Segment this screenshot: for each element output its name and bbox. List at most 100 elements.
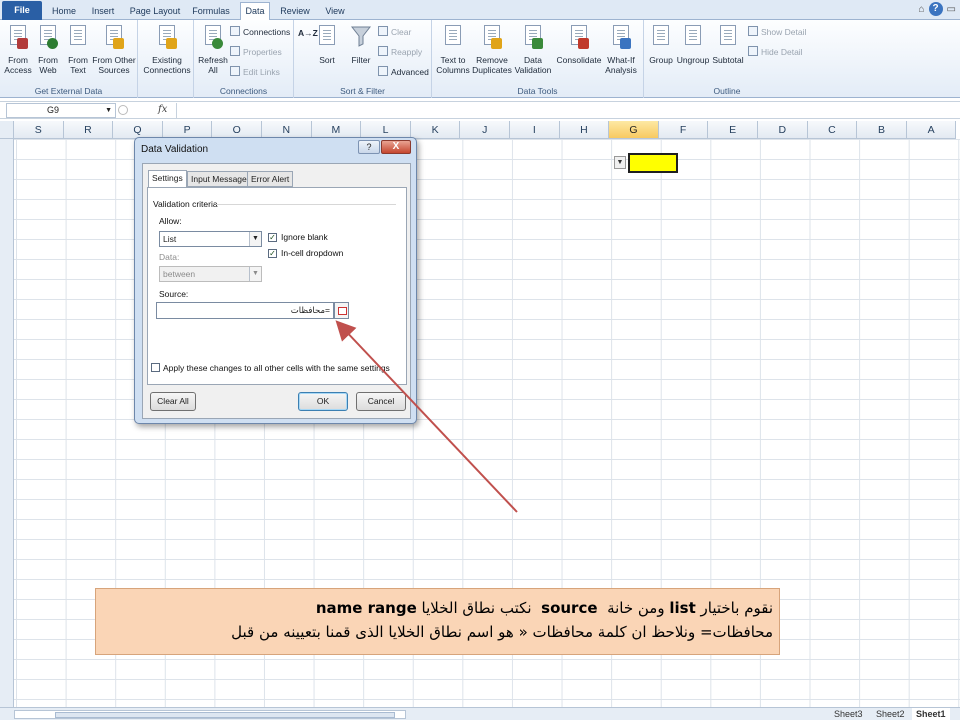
connections-button[interactable]: Connections bbox=[230, 25, 290, 39]
tab-home[interactable]: Home bbox=[50, 3, 78, 20]
filter-button[interactable]: Filter bbox=[346, 24, 376, 65]
name-box[interactable]: G9 ▼ bbox=[6, 103, 116, 118]
scroll-thumb[interactable] bbox=[55, 712, 395, 718]
settings-panel: Validation criteria Allow: List ▼ ✓ Ignor… bbox=[147, 187, 407, 385]
from-other-sources-button[interactable]: From Other Sources bbox=[92, 24, 136, 75]
clear-filter-button[interactable]: Clear bbox=[378, 25, 411, 39]
existing-connections-button[interactable]: Existing Connections bbox=[142, 24, 192, 75]
allow-select[interactable]: List ▼ bbox=[159, 231, 262, 247]
column-header-d[interactable]: D bbox=[758, 121, 808, 139]
remove-duplicates-button[interactable]: Remove Duplicates bbox=[472, 24, 512, 75]
data-validation-dialog: Data Validation ? X Settings Input Messa… bbox=[134, 137, 417, 424]
edit-links-icon bbox=[230, 66, 240, 76]
column-header-b[interactable]: B bbox=[857, 121, 907, 139]
validation-criteria-label: Validation criteria bbox=[153, 199, 218, 209]
column-header-h[interactable]: H bbox=[559, 121, 610, 139]
column-header-s[interactable]: S bbox=[14, 121, 64, 139]
from-text-button[interactable]: From Text bbox=[64, 24, 92, 75]
group-button[interactable]: Group bbox=[646, 24, 676, 65]
data-validation-icon bbox=[522, 24, 544, 52]
apply-all-checkbox[interactable] bbox=[151, 363, 160, 372]
advanced-filter-button[interactable]: Advanced bbox=[378, 65, 429, 79]
cancel-button[interactable]: Cancel bbox=[356, 392, 406, 411]
formula-input[interactable] bbox=[176, 103, 960, 118]
data-select: between ▼ bbox=[159, 266, 262, 282]
tab-file[interactable]: File bbox=[2, 1, 42, 20]
column-header-c[interactable]: C bbox=[807, 121, 858, 139]
consolidate-button[interactable]: Consolidate bbox=[554, 24, 604, 65]
refresh-icon bbox=[202, 24, 224, 52]
from-access-button[interactable]: From Access bbox=[4, 24, 32, 75]
tab-insert[interactable]: Insert bbox=[88, 3, 118, 20]
column-header-f[interactable]: F bbox=[658, 121, 709, 139]
select-all-corner[interactable] bbox=[0, 121, 14, 139]
reapply-button[interactable]: Reapply bbox=[378, 45, 422, 59]
note-line-1: نقوم باختيار list ومن خانة source نكتب ن… bbox=[315, 599, 773, 617]
sort-ascending-button[interactable]: A→Z bbox=[298, 26, 318, 40]
cancel-formula-icon[interactable] bbox=[118, 105, 128, 115]
tab-error-alert[interactable]: Error Alert bbox=[247, 171, 294, 187]
reapply-icon bbox=[378, 46, 388, 56]
tab-formulas[interactable]: Formulas bbox=[190, 3, 232, 20]
column-header-j[interactable]: J bbox=[460, 121, 510, 139]
sort-button[interactable]: Sort bbox=[316, 24, 338, 65]
text-to-columns-button[interactable]: Text to Columns bbox=[434, 24, 472, 75]
dialog-help-button[interactable]: ? bbox=[358, 140, 380, 154]
column-header-k[interactable]: K bbox=[410, 121, 461, 139]
subtotal-icon bbox=[717, 24, 739, 52]
what-if-analysis-button[interactable]: What-If Analysis bbox=[602, 24, 640, 75]
allow-label: Allow: bbox=[159, 216, 182, 226]
sheet-tab-sheet3[interactable]: Sheet3 bbox=[830, 708, 867, 720]
ungroup-icon bbox=[682, 24, 704, 52]
tab-settings[interactable]: Settings bbox=[148, 170, 187, 188]
column-header-e[interactable]: E bbox=[708, 121, 758, 139]
show-detail-button[interactable]: Show Detail bbox=[748, 25, 806, 39]
dialog-title: Data Validation bbox=[141, 144, 209, 155]
minimize-ribbon-icon[interactable]: ⌂ bbox=[919, 4, 925, 15]
column-header-i[interactable]: I bbox=[510, 121, 560, 139]
group-label-external: Get External Data bbox=[34, 86, 103, 96]
note-line-2: محافظات= ونلاحظ ان كلمة محافظات « هو اسم… bbox=[231, 623, 773, 641]
group-icon bbox=[650, 24, 672, 52]
in-cell-dropdown-checkbox[interactable]: ✓ bbox=[268, 249, 277, 258]
from-web-button[interactable]: From Web bbox=[34, 24, 62, 75]
collapse-range-icon[interactable] bbox=[334, 302, 349, 319]
dialog-close-button[interactable]: X bbox=[381, 140, 411, 154]
chevron-down-icon[interactable]: ▼ bbox=[105, 104, 112, 117]
selected-cell-g9[interactable] bbox=[628, 153, 678, 173]
hide-detail-button[interactable]: Hide Detail bbox=[748, 45, 803, 59]
ungroup-button[interactable]: Ungroup bbox=[676, 24, 710, 65]
tab-input-message[interactable]: Input Message bbox=[187, 171, 251, 187]
horizontal-scrollbar[interactable] bbox=[14, 710, 406, 719]
column-header-a[interactable]: A bbox=[906, 121, 957, 139]
advanced-icon bbox=[378, 66, 388, 76]
sheet-tab-sheet2[interactable]: Sheet2 bbox=[872, 708, 909, 720]
restore-icon[interactable]: ▭ bbox=[947, 4, 956, 15]
tab-data[interactable]: Data bbox=[240, 2, 270, 20]
insert-function-icon[interactable]: fx bbox=[158, 104, 167, 115]
group-label-outline: Outline bbox=[713, 86, 741, 96]
column-header-g[interactable]: G bbox=[609, 121, 659, 139]
tab-page-layout[interactable]: Page Layout bbox=[128, 3, 182, 20]
text-to-columns-icon bbox=[442, 24, 464, 52]
tab-review[interactable]: Review bbox=[278, 3, 312, 20]
refresh-all-button[interactable]: Refresh All bbox=[196, 24, 230, 75]
cell-dropdown-button[interactable]: ▼ bbox=[614, 156, 626, 169]
sheet-tab-sheet1[interactable]: Sheet1 bbox=[912, 708, 950, 720]
help-icon[interactable]: ? bbox=[928, 2, 943, 16]
data-validation-button[interactable]: Data Validation bbox=[512, 24, 554, 75]
edit-links-button[interactable]: Edit Links bbox=[230, 65, 280, 79]
source-label: Source: bbox=[159, 289, 189, 299]
properties-button[interactable]: Properties bbox=[230, 45, 282, 59]
group-label-data-tools: Data Tools bbox=[517, 86, 558, 96]
source-input[interactable]: =محافظات bbox=[156, 302, 334, 319]
data-label: Data: bbox=[159, 252, 180, 262]
subtotal-button[interactable]: Subtotal bbox=[710, 24, 746, 65]
column-header-r[interactable]: R bbox=[63, 121, 114, 139]
annotation-note: نقوم باختيار list ومن خانة source نكتب ن… bbox=[95, 588, 780, 655]
ignore-blank-checkbox[interactable]: ✓ bbox=[268, 233, 277, 242]
tab-view[interactable]: View bbox=[320, 3, 350, 20]
chevron-down-icon: ▼ bbox=[249, 267, 261, 281]
clear-all-button[interactable]: Clear All bbox=[150, 392, 196, 411]
ok-button[interactable]: OK bbox=[298, 392, 348, 411]
